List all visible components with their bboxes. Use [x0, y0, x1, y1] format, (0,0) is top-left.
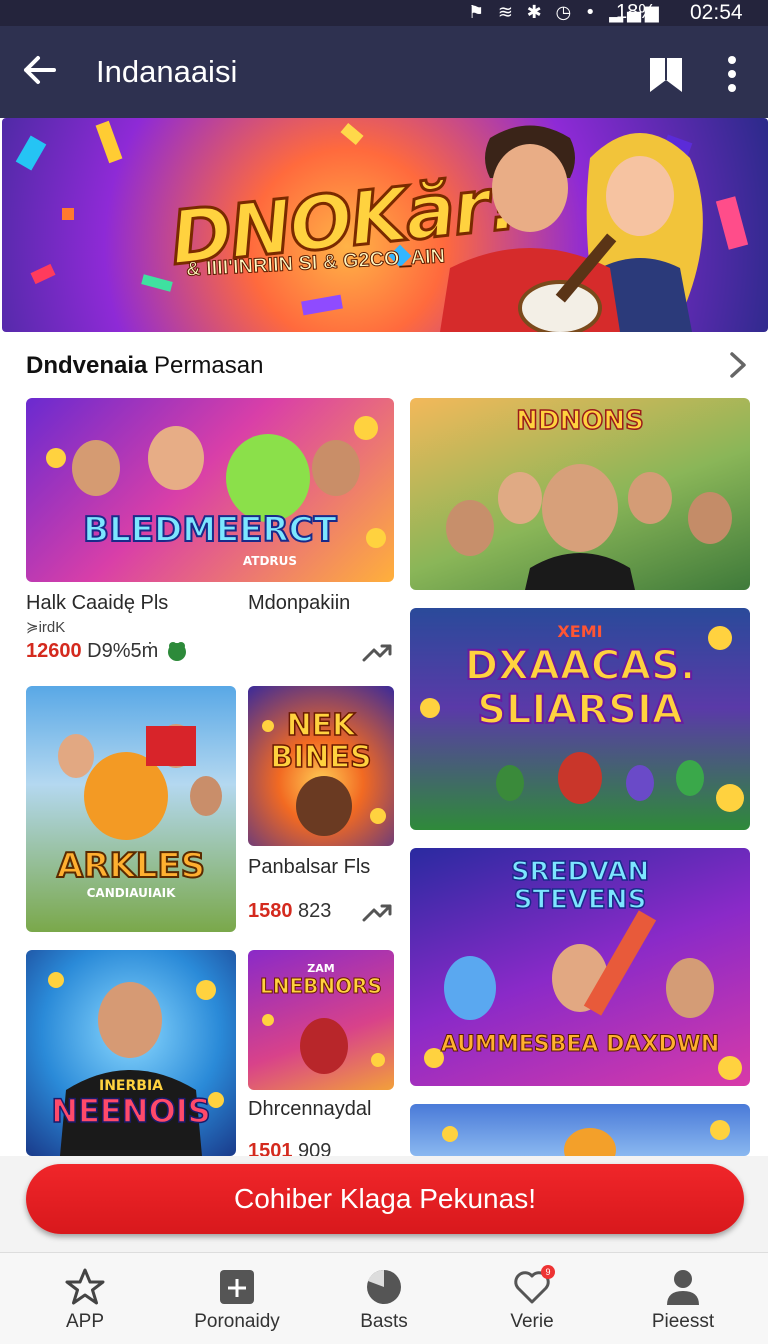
person-icon	[667, 1270, 699, 1305]
game-card-image[interactable]: ZAM LNEBNORS	[248, 950, 394, 1090]
grid-add-icon	[220, 1270, 254, 1304]
nav-label: APP	[65, 1311, 105, 1332]
nav-label: Basts	[360, 1311, 408, 1332]
page-title: Indanaaisi	[96, 54, 238, 89]
game-card-image[interactable]: NDNONS	[410, 398, 750, 590]
bookmark-icon	[650, 58, 682, 92]
game-card-image[interactable]: NEK BINES	[248, 686, 394, 846]
nav-item-basts[interactable]: Basts	[309, 1253, 459, 1344]
more-options-button[interactable]	[716, 52, 748, 96]
back-button[interactable]	[18, 48, 62, 92]
card-title: Panbalsar Fls	[248, 856, 371, 878]
game-card-image[interactable]: SREDVAN STEVENS AUMMESBEA DAXDWN	[410, 848, 750, 1086]
game-card-image[interactable]: ARKLES CANDIAUIAIK	[26, 686, 236, 932]
game-card-image[interactable]: BLEDMEERCT ATDRUS	[26, 398, 394, 582]
bottom-nav: APP Poronaidy Basts 9 Verie Pieesst	[0, 1252, 768, 1344]
clock: 02:54	[690, 1, 743, 24]
game-card-image[interactable]: INERBIA NEENOIS	[26, 950, 236, 1156]
game-logo: SREDVAN STEVENS	[510, 857, 650, 915]
app-bar: Indanaaisi	[0, 26, 768, 118]
game-art	[442, 1120, 730, 1156]
trending-icon[interactable]	[362, 900, 392, 924]
cta-container: Cohiber Klaga Pekunas!	[0, 1156, 768, 1252]
card-stats: 12600 D9%5ṁ	[26, 640, 158, 663]
nav-label: Pieesst	[651, 1311, 715, 1332]
arrow-left-icon	[24, 56, 56, 84]
game-logo: DXAACAS. SLIARSIA	[464, 643, 696, 733]
cta-button[interactable]: Cohiber Klaga Pekunas!	[26, 1164, 744, 1234]
game-logo: BLEDMEERCT	[82, 509, 338, 551]
card-stat-rest: D9%5ṁ	[81, 640, 159, 662]
battery-level: 18%	[616, 1, 657, 23]
game-logo: NEENOIS	[51, 1091, 212, 1131]
frog-icon	[168, 642, 186, 661]
section-title: Dndvenaia Permasan	[26, 352, 263, 380]
promo-banner[interactable]: DNOKăr! & IIII'INRIIN SI & G2CO_AIN	[2, 118, 768, 332]
game-card-image[interactable]: XEMI DXAACAS. SLIARSIA	[410, 608, 750, 830]
status-bar: ⚑ ≋ ✱ ◷ • ▂▄▆ 18% 02:54	[0, 0, 768, 26]
game-logo: LNEBNORS	[260, 974, 383, 999]
nav-label: Poronaidy	[194, 1311, 280, 1332]
pie-icon	[367, 1269, 401, 1304]
nav-item-pieesst[interactable]: Pieesst	[608, 1253, 758, 1344]
game-card-image[interactable]	[410, 1104, 750, 1156]
trending-icon[interactable]	[362, 640, 392, 664]
notification-badge: 9	[541, 1265, 555, 1279]
game-logo-sub: CANDIAUIAIK	[86, 886, 176, 900]
game-logo-sub: XEMI	[557, 622, 603, 641]
section-title-rest: Permasan	[147, 352, 264, 379]
card-stat-number: 1580	[248, 900, 293, 922]
card-stat-number: 12600	[26, 640, 82, 662]
game-logo-sub: ATDRUS	[242, 554, 298, 568]
card-stats: 1580 823	[248, 900, 331, 923]
card-title: Dhrcennaydal	[248, 1098, 372, 1120]
card-title: Mdonpakiin	[248, 592, 351, 614]
section-see-all-button[interactable]	[724, 350, 752, 380]
game-logo-sub: AUMMESBEA DAXDWN	[440, 1032, 720, 1058]
card-subtitle: ≽irdK	[26, 619, 66, 636]
game-logo: NEK BINES	[270, 708, 373, 775]
game-logo: ARKLES	[56, 845, 206, 887]
nav-item-verie[interactable]: 9 Verie	[457, 1253, 607, 1344]
star-icon	[65, 1268, 105, 1305]
section-title-bold: Dndvenaia	[26, 352, 148, 379]
card-stat-rest: 823	[292, 900, 332, 922]
nav-item-poronaidy[interactable]: Poronaidy	[162, 1253, 312, 1344]
chevron-right-icon	[730, 352, 746, 378]
nav-item-app[interactable]: APP	[10, 1253, 160, 1344]
game-logo: NDNONS	[515, 405, 644, 437]
banner-characters	[440, 125, 703, 332]
more-vertical-icon	[728, 56, 736, 92]
nav-label: Verie	[510, 1311, 554, 1332]
card-title: Halk Caaidę Pls	[26, 592, 169, 614]
bookmark-button[interactable]	[644, 52, 688, 96]
